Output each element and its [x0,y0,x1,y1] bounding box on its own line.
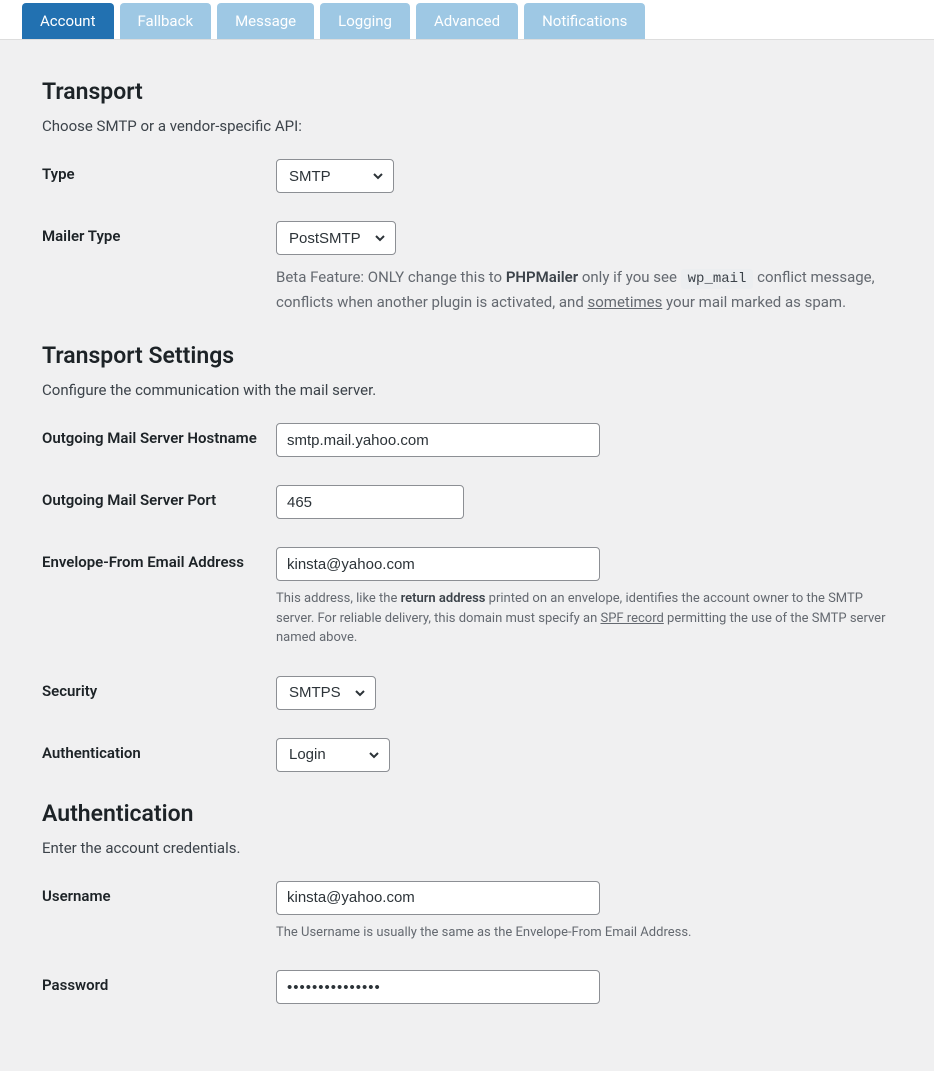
spf-record-link[interactable]: SPF record [600,611,663,626]
tab-message[interactable]: Message [217,3,314,39]
tab-label: Message [235,12,296,30]
envelope-label: Envelope-From Email Address [42,547,276,573]
auth-heading: Authentication [42,800,892,827]
port-label: Outgoing Mail Server Port [42,485,276,511]
hostname-label: Outgoing Mail Server Hostname [42,423,276,449]
transport-sub: Choose SMTP or a vendor-specific API: [42,117,892,135]
content-area: Transport Choose SMTP or a vendor-specif… [0,40,934,1071]
username-label: Username [42,881,276,907]
wp-mail-code: wp_mail [681,269,754,289]
envelope-input[interactable] [276,547,600,581]
mailer-type-select[interactable]: PostSMTP [276,221,396,255]
envelope-help: This address, like the return address pr… [276,589,892,648]
tab-notifications[interactable]: Notifications [524,3,645,39]
sometimes-link[interactable]: sometimes [588,293,663,311]
transport-settings-sub: Configure the communication with the mai… [42,381,892,399]
tab-label: Advanced [434,12,500,30]
type-label: Type [42,159,276,185]
hostname-input[interactable] [276,423,600,457]
authentication-select[interactable]: Login [276,738,390,772]
tab-label: Logging [338,12,392,30]
security-label: Security [42,676,276,702]
tab-account[interactable]: Account [22,3,114,39]
tab-label: Fallback [138,12,194,30]
authentication-label: Authentication [42,738,276,764]
mailer-type-help: Beta Feature: ONLY change this to PHPMai… [276,265,892,314]
transport-heading: Transport [42,78,892,105]
security-select[interactable]: SMTPS [276,676,376,710]
port-input[interactable] [276,485,464,519]
password-input[interactable] [276,970,600,1004]
tab-fallback[interactable]: Fallback [120,3,212,39]
auth-sub: Enter the account credentials. [42,839,892,857]
password-label: Password [42,970,276,996]
tabs-bar: Account Fallback Message Logging Advance… [0,0,934,40]
tab-label: Account [40,12,96,30]
type-select[interactable]: SMTP [276,159,394,193]
tab-advanced[interactable]: Advanced [416,3,518,39]
username-help: The Username is usually the same as the … [276,923,892,943]
tab-label: Notifications [542,12,627,30]
transport-settings-heading: Transport Settings [42,342,892,369]
username-input[interactable] [276,881,600,915]
tab-logging[interactable]: Logging [320,3,410,39]
mailer-type-label: Mailer Type [42,221,276,247]
